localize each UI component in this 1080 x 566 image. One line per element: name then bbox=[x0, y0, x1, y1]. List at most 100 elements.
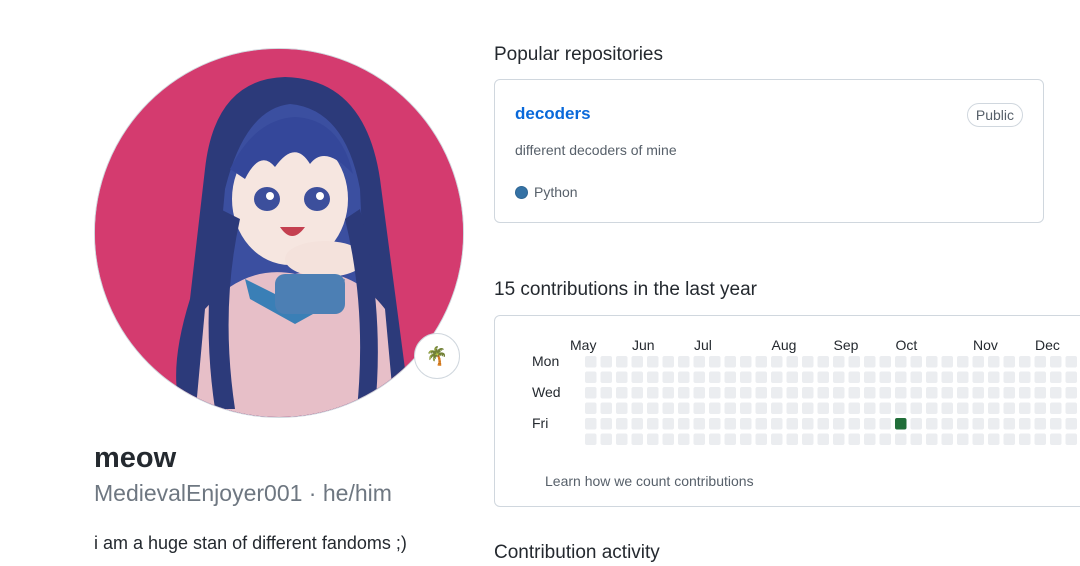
contribution-day[interactable] bbox=[709, 356, 721, 368]
contribution-day[interactable] bbox=[1034, 387, 1047, 399]
learn-contributions-link[interactable]: Learn how we count contributions bbox=[545, 473, 754, 489]
contribution-day[interactable] bbox=[631, 371, 644, 384]
contribution-day[interactable] bbox=[910, 356, 923, 368]
contribution-day[interactable] bbox=[662, 418, 675, 430]
contribution-day[interactable] bbox=[895, 371, 907, 384]
contribution-day[interactable] bbox=[600, 371, 613, 384]
contribution-day[interactable] bbox=[724, 402, 737, 415]
contribution-day[interactable] bbox=[1065, 402, 1078, 415]
contribution-day[interactable] bbox=[988, 433, 1000, 446]
contribution-day[interactable] bbox=[771, 433, 783, 446]
contribution-day[interactable] bbox=[833, 356, 845, 368]
contribution-day[interactable] bbox=[833, 418, 845, 430]
contribution-day[interactable] bbox=[709, 387, 721, 399]
contribution-day[interactable] bbox=[662, 371, 675, 384]
contribution-day[interactable] bbox=[678, 356, 690, 368]
contribution-day[interactable] bbox=[910, 402, 923, 415]
contribution-day[interactable] bbox=[693, 356, 706, 368]
contribution-day[interactable] bbox=[678, 387, 690, 399]
contribution-day[interactable] bbox=[941, 433, 954, 446]
contribution-day[interactable] bbox=[724, 356, 737, 368]
contribution-day[interactable] bbox=[848, 418, 861, 430]
contribution-day[interactable] bbox=[755, 433, 768, 446]
contribution-day[interactable] bbox=[802, 418, 814, 430]
contribution-day[interactable] bbox=[662, 433, 675, 446]
contribution-day[interactable] bbox=[724, 433, 737, 446]
contribution-day[interactable] bbox=[585, 418, 597, 430]
contribution-day[interactable] bbox=[802, 356, 814, 368]
contribution-day[interactable] bbox=[709, 418, 721, 430]
contribution-day[interactable] bbox=[926, 371, 938, 384]
contribution-day[interactable] bbox=[895, 402, 907, 415]
contribution-day[interactable] bbox=[662, 402, 675, 415]
contribution-day[interactable] bbox=[631, 387, 644, 399]
contribution-day[interactable] bbox=[709, 402, 721, 415]
contribution-day[interactable] bbox=[616, 371, 628, 384]
contribution-day[interactable] bbox=[678, 418, 690, 430]
contribution-day[interactable] bbox=[585, 387, 597, 399]
contribution-day[interactable] bbox=[740, 371, 752, 384]
contribution-day[interactable] bbox=[786, 433, 799, 446]
contribution-day[interactable] bbox=[895, 387, 907, 399]
contribution-day[interactable] bbox=[1065, 418, 1078, 430]
contribution-day[interactable] bbox=[678, 371, 690, 384]
contribution-day[interactable] bbox=[786, 356, 799, 368]
contribution-day[interactable] bbox=[910, 371, 923, 384]
contribution-day[interactable] bbox=[1019, 402, 1031, 415]
contribution-day[interactable] bbox=[864, 371, 876, 384]
contribution-day[interactable] bbox=[647, 418, 659, 430]
contribution-day[interactable] bbox=[957, 433, 969, 446]
contribution-day[interactable] bbox=[693, 402, 706, 415]
contribution-day[interactable] bbox=[786, 387, 799, 399]
contribution-day[interactable] bbox=[864, 356, 876, 368]
contribution-day[interactable] bbox=[600, 402, 613, 415]
contribution-day[interactable] bbox=[941, 356, 954, 368]
contribution-day[interactable] bbox=[988, 402, 1000, 415]
contribution-day[interactable] bbox=[740, 402, 752, 415]
contribution-day[interactable] bbox=[864, 387, 876, 399]
contribution-day[interactable] bbox=[600, 433, 613, 446]
contribution-day[interactable] bbox=[1003, 433, 1016, 446]
contribution-day[interactable] bbox=[941, 418, 954, 430]
contribution-day-active[interactable] bbox=[895, 418, 907, 430]
contribution-day[interactable] bbox=[662, 356, 675, 368]
contribution-day[interactable] bbox=[1003, 371, 1016, 384]
contribution-day[interactable] bbox=[616, 433, 628, 446]
contribution-day[interactable] bbox=[755, 356, 768, 368]
contribution-day[interactable] bbox=[1065, 371, 1078, 384]
contribution-day[interactable] bbox=[631, 356, 644, 368]
contribution-day[interactable] bbox=[941, 387, 954, 399]
contribution-day[interactable] bbox=[1003, 387, 1016, 399]
contribution-day[interactable] bbox=[786, 418, 799, 430]
contribution-day[interactable] bbox=[678, 402, 690, 415]
contribution-day[interactable] bbox=[895, 356, 907, 368]
contribution-day[interactable] bbox=[972, 356, 985, 368]
contribution-day[interactable] bbox=[833, 402, 845, 415]
contribution-day[interactable] bbox=[1050, 387, 1062, 399]
contribution-day[interactable] bbox=[910, 433, 923, 446]
contribution-day[interactable] bbox=[833, 371, 845, 384]
contribution-day[interactable] bbox=[988, 356, 1000, 368]
contribution-day[interactable] bbox=[817, 433, 830, 446]
contribution-day[interactable] bbox=[771, 371, 783, 384]
contribution-day[interactable] bbox=[600, 387, 613, 399]
contribution-day[interactable] bbox=[755, 371, 768, 384]
contribution-day[interactable] bbox=[616, 402, 628, 415]
contribution-day[interactable] bbox=[662, 387, 675, 399]
contribution-day[interactable] bbox=[740, 387, 752, 399]
contribution-day[interactable] bbox=[647, 402, 659, 415]
contribution-day[interactable] bbox=[585, 356, 597, 368]
avatar[interactable] bbox=[94, 48, 464, 418]
contribution-day[interactable] bbox=[817, 356, 830, 368]
contribution-day[interactable] bbox=[1050, 371, 1062, 384]
contribution-day[interactable] bbox=[724, 387, 737, 399]
contribution-day[interactable] bbox=[631, 433, 644, 446]
contribution-day[interactable] bbox=[771, 418, 783, 430]
contribution-day[interactable] bbox=[1065, 356, 1078, 368]
contribution-day[interactable] bbox=[972, 402, 985, 415]
contribution-day[interactable] bbox=[740, 418, 752, 430]
contribution-day[interactable] bbox=[724, 418, 737, 430]
contribution-day[interactable] bbox=[585, 402, 597, 415]
contribution-day[interactable] bbox=[879, 418, 892, 430]
contribution-day[interactable] bbox=[864, 402, 876, 415]
